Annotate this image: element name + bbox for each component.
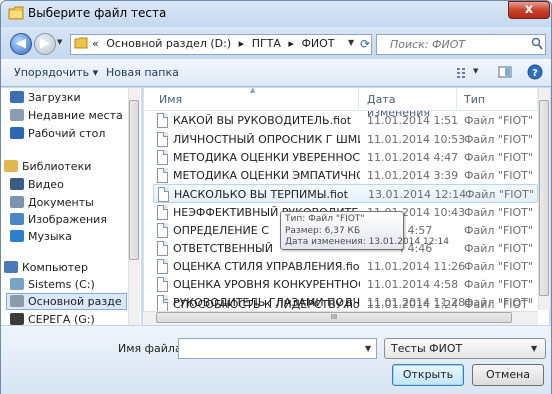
breadcrumb-separator[interactable]: ▸ xyxy=(288,37,294,50)
breadcrumb-overflow[interactable]: « xyxy=(92,37,99,50)
refresh-icon: ⟳ xyxy=(359,37,371,51)
nav-item-desktop[interactable]: Рабочий стол xyxy=(10,127,105,143)
column-header-date[interactable]: Дата изменения xyxy=(361,88,457,119)
search-icon xyxy=(531,37,543,50)
close-button[interactable]: x xyxy=(508,1,550,19)
filename-input[interactable] xyxy=(178,338,377,359)
file-icon xyxy=(157,223,168,238)
pictures-icon xyxy=(10,213,24,225)
music-icon xyxy=(10,230,24,242)
file-type: Файл "FIOT" xyxy=(464,300,533,311)
address-dropdown-icon[interactable]: ▼ xyxy=(348,38,354,47)
horizontal-scrollbar-thumb[interactable]: III xyxy=(156,312,512,323)
arrow-right-icon: ▶ xyxy=(40,36,50,51)
column-header-name[interactable]: Имя xyxy=(153,88,359,110)
file-icon xyxy=(157,241,168,256)
nav-item-music[interactable]: Музыка xyxy=(10,230,72,246)
file-row[interactable]: КАКОЙ ВЫ РУКОВОДИТЕЛЬ.fiot 11.01.2014 1:5… xyxy=(153,111,538,130)
documents-icon xyxy=(10,196,24,208)
nav-item-downloads[interactable]: Загрузки xyxy=(10,91,81,107)
filename-dropdown-icon[interactable]: ▼ xyxy=(365,344,371,353)
nav-scrollbar-thumb[interactable] xyxy=(129,100,139,260)
file-date: 11.01.2014 1:24 xyxy=(367,300,459,311)
file-icon xyxy=(157,205,168,220)
file-icon xyxy=(157,277,168,292)
folder-icon xyxy=(74,37,88,49)
computer-icon xyxy=(4,261,18,273)
file-row[interactable]: МЕТОДИКА ОЦЕНКИ УВЕРЕННОСТИ В ...11.01.2… xyxy=(153,148,538,167)
sort-indicator-icon: ▲ xyxy=(250,86,256,94)
breadcrumb-segment[interactable]: ПГТА xyxy=(252,37,281,50)
view-dropdown-icon[interactable]: ▼ xyxy=(473,67,478,75)
chevron-down-icon: ▼ xyxy=(531,344,538,353)
breadcrumb-segment[interactable]: ФИОТ xyxy=(301,37,334,50)
breadcrumb-separator[interactable]: ▸ xyxy=(239,37,245,50)
preview-pane-icon[interactable] xyxy=(497,64,513,80)
folder-app-icon xyxy=(8,6,24,20)
cancel-button[interactable]: Отмена xyxy=(472,364,544,386)
file-tooltip: Тип: Файл "FIOT" Размер: 6,37 КБ Дата из… xyxy=(280,211,449,250)
file-row[interactable]: СПОСОБНОСТЬ К ЛИДЕРСТВУ.fiot 11.01.2014 1… xyxy=(153,300,538,311)
filename-label: Имя файла: xyxy=(118,342,186,355)
file-row[interactable]: ОЦЕНКА СТИЛЯ УПРАВЛЕНИЯ.fiot 11.01.2014 1… xyxy=(153,257,538,276)
nav-item-computer[interactable]: Компьютер xyxy=(4,261,88,277)
breadcrumb-segment[interactable]: Основной раздел (D:) xyxy=(106,37,231,50)
desktop-icon xyxy=(10,127,24,139)
organize-button[interactable]: Упорядочить ▾ xyxy=(14,66,98,79)
open-button[interactable]: Открыть xyxy=(392,364,464,386)
new-folder-button[interactable]: Новая папка xyxy=(106,66,179,79)
downloads-icon xyxy=(10,91,24,103)
recent-pages-dropdown[interactable]: ▼ xyxy=(57,38,67,50)
file-icon xyxy=(157,150,168,165)
nav-item-recent[interactable]: Недавние места xyxy=(10,109,123,125)
file-row[interactable]: ЛИЧНОСТНЫЙ ОПРОСНИК Г ШМИШЕ...11.01.2014… xyxy=(153,130,538,149)
window-title: Выберите файл теста xyxy=(28,6,167,20)
file-row[interactable]: МЕТОДИКА ОЦЕНКИ ЭМПАТИЧНОСТ...11.01.2014… xyxy=(153,166,538,185)
footer-panel xyxy=(1,325,551,394)
nav-item-drive-d[interactable]: Основной разде xyxy=(10,295,122,311)
search-input[interactable] xyxy=(390,36,520,53)
file-icon xyxy=(157,113,168,128)
drive-d-icon xyxy=(10,295,24,307)
file-icon xyxy=(157,259,168,274)
file-list-scrollbar-thumb[interactable] xyxy=(539,100,549,296)
libraries-icon xyxy=(4,160,18,172)
nav-item-documents[interactable]: Документы xyxy=(10,196,94,212)
file-icon xyxy=(157,132,168,147)
recent-places-icon xyxy=(10,109,24,121)
nav-item-pictures[interactable]: Изображения xyxy=(10,213,107,229)
video-icon xyxy=(10,178,24,190)
drive-c-icon xyxy=(10,278,24,290)
file-icon xyxy=(157,168,168,183)
nav-item-libraries[interactable]: Библиотеки xyxy=(4,160,91,176)
file-icon xyxy=(157,300,168,311)
file-row[interactable]: ОЦЕНКА УРОВНЯ КОНКУРЕНТНОСПО...11.01.201… xyxy=(153,275,538,294)
back-button[interactable]: ◀ xyxy=(10,33,32,55)
tooltip-modified: Дата изменения: 13.01.2014 12:14 xyxy=(285,237,449,247)
nav-item-video[interactable]: Видео xyxy=(10,178,64,194)
view-options-icon[interactable] xyxy=(455,64,471,80)
tooltip-type: Тип: Файл "FIOT" xyxy=(285,214,365,224)
file-type-select[interactable]: Тесты ФИОТ xyxy=(384,338,546,359)
nav-item-drive-c[interactable]: Sistems (C:) xyxy=(10,278,95,294)
forward-button[interactable]: ▶ xyxy=(34,33,56,55)
close-icon: x xyxy=(524,2,534,17)
file-name: СПОСОБНОСТЬ К ЛИДЕРСТВУ.fiot xyxy=(173,300,360,311)
column-header-type[interactable]: Тип xyxy=(458,88,538,110)
file-icon xyxy=(158,187,169,202)
breadcrumb: « Основной раздел (D:) ▸ ПГТА ▸ ФИОТ xyxy=(92,37,339,50)
file-row-hovered[interactable]: НАСКОЛЬКО ВЫ ТЕРПИМЫ.fiot 13.01.2014 12:1… xyxy=(153,184,538,203)
tooltip-size: Размер: 6,37 КБ xyxy=(285,225,361,236)
refresh-button[interactable]: ⟳ xyxy=(356,34,374,55)
help-icon[interactable]: ? xyxy=(527,64,543,80)
arrow-left-icon: ◀ xyxy=(16,36,26,51)
drive-g-icon xyxy=(10,313,24,325)
svg-text:?: ? xyxy=(532,68,538,79)
